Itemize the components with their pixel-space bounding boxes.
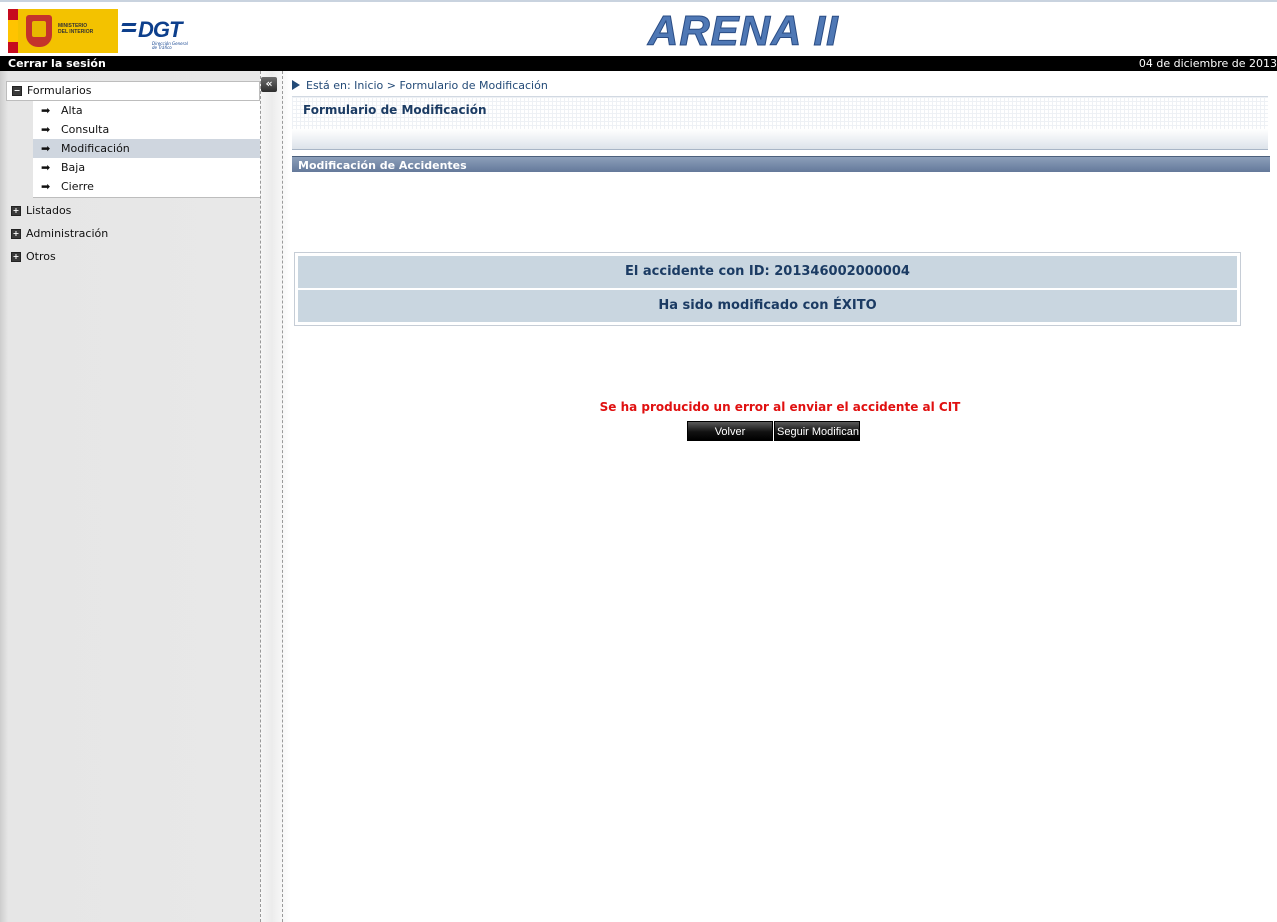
ministry-text: MINISTERIO DEL INTERIOR xyxy=(58,23,94,35)
current-date: 04 de diciembre de 2013 xyxy=(1138,57,1277,70)
sidebar-item-label: Cierre xyxy=(61,180,94,193)
sidebar-section-label: Otros xyxy=(26,250,56,263)
result-status: Ha sido modificado con ÉXITO xyxy=(298,290,1237,322)
continue-editing-button[interactable]: Seguir Modificando xyxy=(774,421,860,441)
sidebar-item-modificacion[interactable]: ➡ Modificación xyxy=(33,139,260,158)
app-header: MINISTERIO DEL INTERIOR DGT Dirección Ge… xyxy=(0,0,1277,56)
breadcrumb: Está en: Inicio > Formulario de Modifica… xyxy=(292,79,548,93)
sidebar-section-listados[interactable]: + Listados xyxy=(6,201,260,221)
breadcrumb-arrow-icon xyxy=(292,80,300,90)
sidebar-item-label: Modificación xyxy=(61,142,130,155)
collapse-sidebar-icon[interactable]: « xyxy=(261,77,277,92)
sidebar-item-consulta[interactable]: ➡ Consulta xyxy=(33,120,260,139)
sidebar-submenu: ➡ Alta ➡ Consulta ➡ Modificación ➡ Baja … xyxy=(33,101,260,198)
sidebar-section-otros[interactable]: + Otros xyxy=(6,247,260,267)
arrow-right-icon: ➡ xyxy=(41,180,51,193)
dgt-subtitle: Dirección General de Tráfico xyxy=(152,41,188,50)
logout-link[interactable]: Cerrar la sesión xyxy=(8,56,106,71)
sidebar-item-alta[interactable]: ➡ Alta xyxy=(33,101,260,120)
dgt-name: DGT xyxy=(138,17,182,42)
sidebar-splitter[interactable] xyxy=(260,71,290,922)
coat-of-arms-icon xyxy=(26,15,52,47)
sidebar-item-label: Alta xyxy=(61,104,83,117)
expand-box-icon: + xyxy=(11,252,21,262)
form-header: Formulario de Modificación xyxy=(292,96,1268,150)
sidebar: − Formularios ➡ Alta ➡ Consulta ➡ Modifi… xyxy=(0,71,260,922)
dgt-lines-icon xyxy=(121,23,137,35)
sidebar-item-baja[interactable]: ➡ Baja xyxy=(33,158,260,177)
error-message: Se ha producido un error al enviar el ac… xyxy=(599,400,961,414)
back-button[interactable]: Volver xyxy=(687,421,773,441)
section-title-bar: Modificación de Accidentes xyxy=(292,156,1270,172)
ministry-interior-logo: MINISTERIO DEL INTERIOR xyxy=(18,9,118,53)
breadcrumb-text: Está en: Inicio > Formulario de Modifica… xyxy=(306,79,548,92)
collapse-box-icon: − xyxy=(12,86,22,96)
sidebar-section-label: Formularios xyxy=(27,84,92,97)
app-title: ARENA II xyxy=(648,7,839,55)
page-title: Formulario de Modificación xyxy=(303,103,487,117)
sidebar-section-label: Administración xyxy=(26,227,109,240)
expand-box-icon: + xyxy=(11,229,21,239)
sidebar-item-label: Consulta xyxy=(61,123,110,136)
expand-box-icon: + xyxy=(11,206,21,216)
arrow-right-icon: ➡ xyxy=(41,161,51,174)
ministry-logo: MINISTERIO DEL INTERIOR DGT Dirección Ge… xyxy=(8,9,198,53)
sidebar-item-cierre[interactable]: ➡ Cierre xyxy=(33,177,260,196)
sidebar-section-administracion[interactable]: + Administración xyxy=(6,224,260,244)
dgt-logo: DGT Dirección General de Tráfico xyxy=(121,11,198,51)
arrow-right-icon: ➡ xyxy=(41,104,51,117)
spain-flag-icon xyxy=(8,9,18,53)
session-bar: Cerrar la sesión 04 de diciembre de 2013 xyxy=(0,56,1277,71)
arrow-right-icon: ➡ xyxy=(41,123,51,136)
sidebar-item-label: Baja xyxy=(61,161,86,174)
result-panel: El accidente con ID: 201346002000004 Ha … xyxy=(294,252,1241,326)
arrow-right-icon: ➡ xyxy=(41,142,51,155)
sidebar-section-formularios[interactable]: − Formularios xyxy=(6,81,260,101)
result-accident-id: El accidente con ID: 201346002000004 xyxy=(298,256,1237,288)
sidebar-section-label: Listados xyxy=(26,204,72,217)
